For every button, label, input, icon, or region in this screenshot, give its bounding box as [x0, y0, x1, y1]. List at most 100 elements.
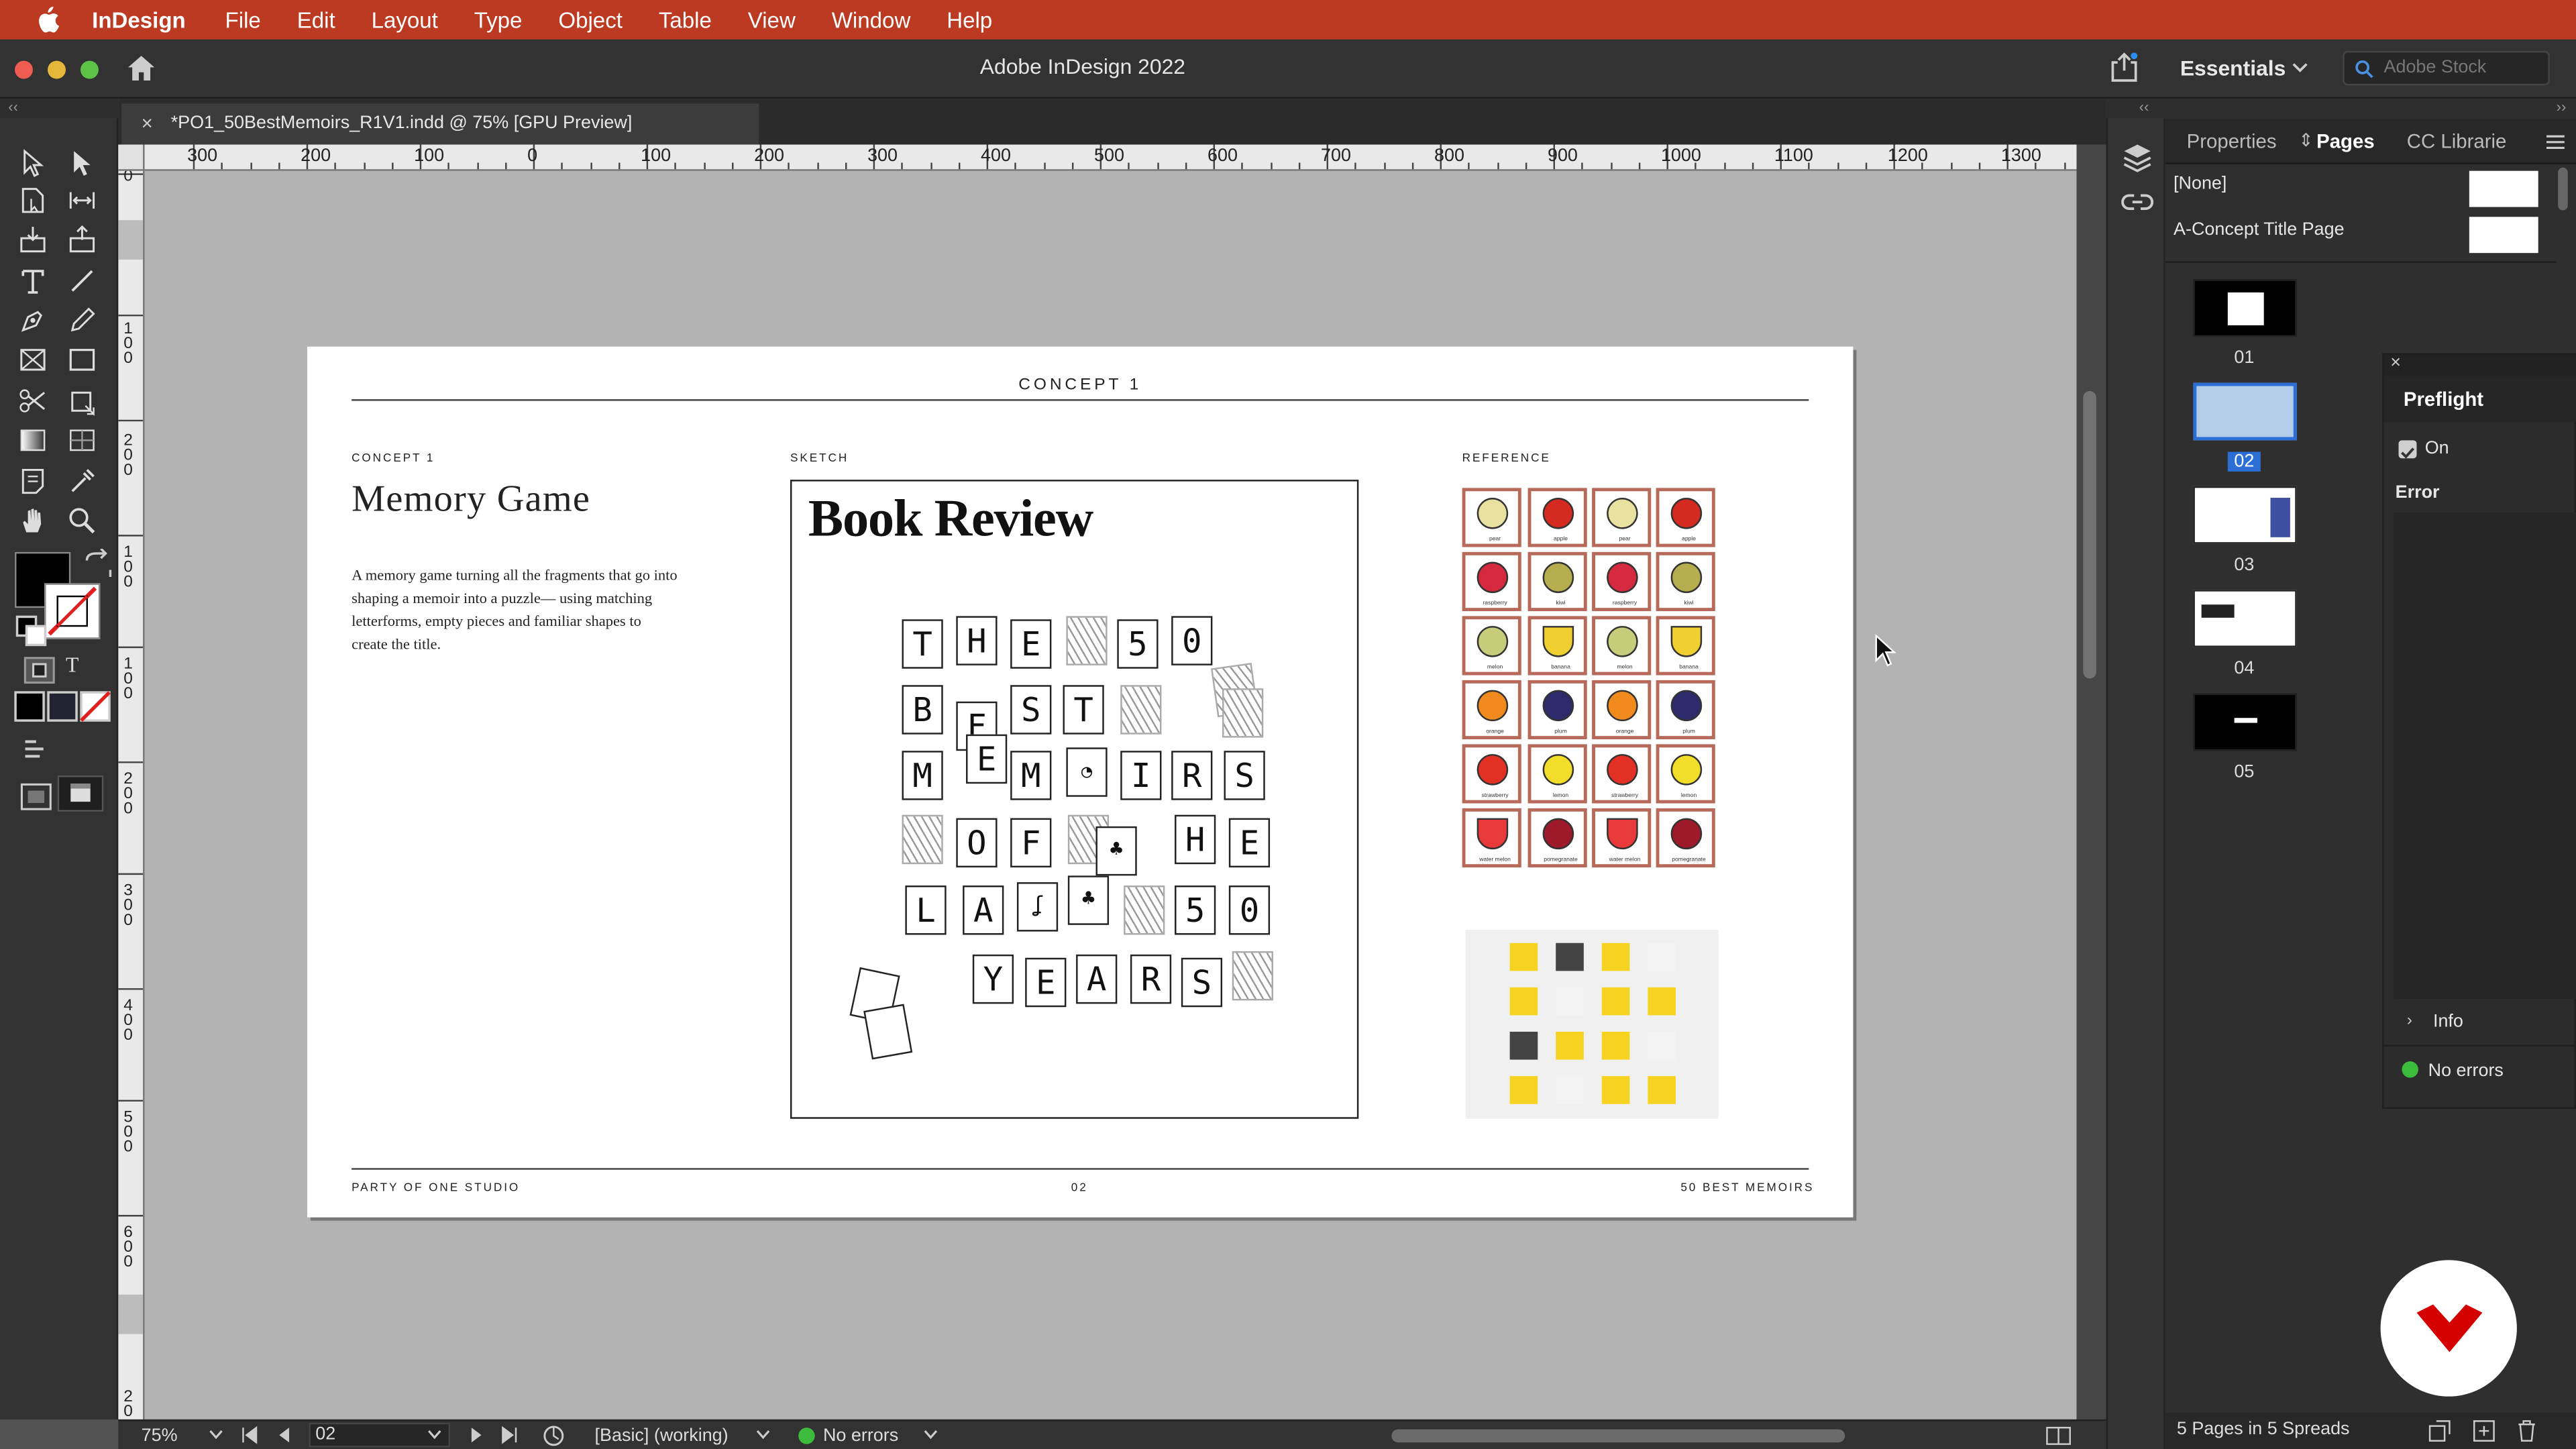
apply-none-icon[interactable]: [79, 690, 111, 722]
apply-color-icon[interactable]: [13, 690, 45, 722]
page-thumb-02[interactable]: [2193, 382, 2297, 441]
swap-fill-stroke-icon[interactable]: [82, 547, 112, 577]
panel-collapse-strip[interactable]: ‹‹ ››: [2106, 98, 2576, 119]
menu-view[interactable]: View: [748, 7, 796, 32]
page-label-02[interactable]: 02: [2227, 451, 2261, 472]
gradient-swatch-tool-icon[interactable]: [16, 424, 49, 457]
chevron-down-icon[interactable]: [2292, 61, 2308, 74]
stroke-swatch[interactable]: [44, 583, 101, 639]
formatting-text-icon[interactable]: T: [66, 652, 78, 678]
split-window-icon[interactable]: [2045, 1426, 2072, 1446]
close-tab-icon[interactable]: ×: [142, 103, 153, 144]
zoom-level[interactable]: 75%: [142, 1426, 178, 1446]
preflight-tab[interactable]: Preflight: [2383, 376, 2576, 423]
line-tool-icon[interactable]: [66, 264, 99, 297]
view-mode-preview-button[interactable]: [57, 775, 104, 812]
menu-window[interactable]: Window: [832, 7, 911, 32]
rectangle-tool-icon[interactable]: [66, 343, 99, 376]
preflight-error-list[interactable]: [2394, 513, 2576, 999]
last-page-icon[interactable]: [501, 1426, 517, 1444]
gradient-feather-tool-icon[interactable]: [66, 424, 99, 457]
expand-panels-icon[interactable]: ››: [2557, 99, 2567, 115]
apple-menu-icon[interactable]: [33, 6, 62, 33]
page-label-05[interactable]: 05: [2228, 762, 2261, 782]
menu-object[interactable]: Object: [558, 7, 623, 32]
default-fill-stroke-icon[interactable]: [15, 614, 47, 647]
page-label-01[interactable]: 01: [2228, 348, 2261, 368]
selection-tool-icon[interactable]: [16, 146, 49, 179]
menu-type[interactable]: Type: [474, 7, 523, 32]
vertical-ruler[interactable]: 0 1 0 0 2 0 0 1 0 0 0 1 0 0 2 0 0 3 0 0 …: [118, 144, 145, 1419]
ruler-origin[interactable]: [118, 144, 145, 171]
tab-cc-libraries[interactable]: CC Librarie: [2407, 129, 2507, 152]
vertical-scrollbar[interactable]: [2076, 144, 2106, 1419]
view-mode-normal-icon[interactable]: [19, 780, 52, 810]
menu-app-name[interactable]: InDesign: [92, 7, 186, 32]
edit-page-size-icon[interactable]: [2428, 1419, 2451, 1442]
chevron-down-icon[interactable]: [756, 1430, 771, 1441]
direct-selection-tool-icon[interactable]: [66, 146, 99, 179]
menu-table[interactable]: Table: [659, 7, 712, 32]
sketch-frame[interactable]: Book Review T H E 5 0 B F S T M E M ◔ I …: [790, 480, 1359, 1119]
gap-tool-icon[interactable]: [66, 184, 99, 217]
screen-mode-icon[interactable]: [19, 735, 49, 758]
menu-help[interactable]: Help: [947, 7, 992, 32]
document-tab[interactable]: × *PO1_50BestMemoirs_R1V1.indd @ 75% [GP…: [121, 103, 759, 145]
toolbar-collapse-strip[interactable]: ‹‹: [0, 98, 119, 119]
zoom-tool-icon[interactable]: [66, 504, 99, 537]
formatting-container-icon[interactable]: [23, 654, 55, 684]
chevron-down-icon[interactable]: [427, 1430, 442, 1441]
open-page-icon[interactable]: [542, 1424, 565, 1447]
eyedropper-tool-icon[interactable]: [66, 465, 99, 498]
preflight-on-checkbox[interactable]: [2398, 440, 2417, 459]
page-thumb-04[interactable]: [2193, 590, 2297, 647]
free-transform-tool-icon[interactable]: [66, 384, 99, 417]
page-thumb-03[interactable]: [2193, 486, 2297, 544]
horizontal-ruler[interactable]: 300 200 100 0 100 200 300 400 500 600 70…: [144, 144, 2077, 171]
close-preflight-icon[interactable]: ×: [2390, 354, 2401, 373]
type-tool-icon[interactable]: [16, 264, 49, 297]
delete-page-icon[interactable]: [2517, 1419, 2536, 1442]
collapse-left-icon[interactable]: ‹‹: [8, 99, 18, 115]
menu-file[interactable]: File: [225, 7, 261, 32]
page-thumb-05[interactable]: [2193, 693, 2297, 751]
chevron-down-icon[interactable]: [209, 1430, 223, 1441]
tab-pages[interactable]: Pages: [2316, 129, 2375, 152]
page-label-03[interactable]: 03: [2228, 555, 2261, 575]
masters-scroll-thumb[interactable]: [2558, 167, 2568, 211]
adobe-stock-search[interactable]: Adobe Stock: [2343, 50, 2550, 86]
apply-gradient-icon[interactable]: [46, 690, 78, 722]
pencil-tool-icon[interactable]: [66, 304, 99, 337]
new-page-icon[interactable]: [2473, 1419, 2496, 1442]
chevron-right-icon[interactable]: ›: [2407, 1012, 2412, 1030]
preflight-status[interactable]: No errors: [823, 1426, 898, 1446]
tab-properties[interactable]: Properties: [2187, 129, 2277, 152]
pen-tool-icon[interactable]: [16, 304, 49, 337]
master-a-concept[interactable]: A-Concept Title Page: [2174, 220, 2345, 239]
previous-page-icon[interactable]: [278, 1426, 291, 1444]
workspace-switcher[interactable]: Essentials: [2180, 56, 2286, 80]
master-a-thumb[interactable]: [2469, 217, 2538, 254]
menu-layout[interactable]: Layout: [372, 7, 438, 32]
layers-icon[interactable]: [2121, 142, 2154, 174]
master-none-thumb[interactable]: [2469, 170, 2538, 207]
page-label-04[interactable]: 04: [2228, 659, 2261, 678]
chevron-down-icon[interactable]: [923, 1430, 938, 1441]
menu-edit[interactable]: Edit: [297, 7, 335, 32]
content-collector-icon[interactable]: [16, 223, 49, 256]
horizontal-scroll-thumb[interactable]: [1391, 1429, 1845, 1443]
content-placer-icon[interactable]: [66, 223, 99, 256]
share-icon[interactable]: [2110, 52, 2139, 82]
hand-tool-icon[interactable]: [16, 504, 49, 537]
page-thumb-01[interactable]: [2193, 279, 2297, 337]
master-none[interactable]: [None]: [2174, 174, 2226, 194]
rectangle-frame-tool-icon[interactable]: [16, 343, 49, 376]
scissors-tool-icon[interactable]: [16, 384, 49, 417]
collapse-right-icon[interactable]: ‹‹: [2139, 99, 2149, 115]
first-page-icon[interactable]: [241, 1426, 258, 1444]
document-page[interactable]: CONCEPT 1 CONCEPT 1 Memory Game A memory…: [307, 346, 1854, 1218]
links-icon[interactable]: [2121, 187, 2154, 217]
page-tool-icon[interactable]: [16, 184, 49, 217]
panel-menu-icon[interactable]: [2546, 135, 2565, 150]
next-page-icon[interactable]: [470, 1426, 483, 1444]
